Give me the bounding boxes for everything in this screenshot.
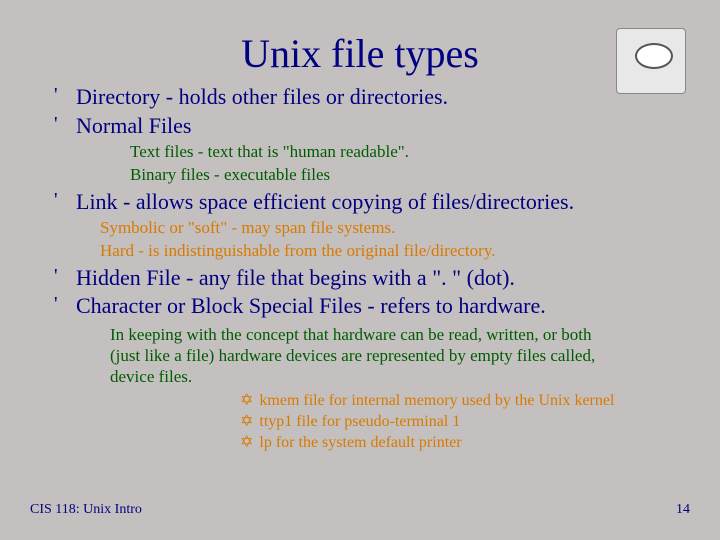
bullet-text: Hidden File - any file that begins with …: [76, 265, 515, 290]
sub-normal-text: Text files - text that is "human readabl…: [130, 141, 690, 162]
bullet-special-files: Character or Block Special Files - refer…: [54, 292, 690, 320]
bullet-normal-files: Normal Files: [54, 112, 690, 140]
bullet-text: Directory - holds other files or directo…: [76, 84, 448, 109]
sub-normal-binary: Binary files - executable files: [130, 164, 690, 185]
slide-title: Unix file types: [30, 30, 690, 77]
hardware-paragraph: In keeping with the concept that hardwar…: [110, 324, 620, 388]
sub-hw-lp: lp for the system default printer: [240, 433, 690, 453]
bullet-text: Character or Block Special Files - refer…: [76, 293, 546, 318]
sub-hw-ttyp1: ttyp1 file for pseudo-terminal 1: [240, 412, 690, 432]
footer-page-number: 14: [676, 502, 690, 518]
bullet-text: Link - allows space efficient copying of…: [76, 189, 574, 214]
sub-link-symbolic: Symbolic or "soft" - may span file syste…: [100, 217, 690, 238]
sub-link-hard: Hard - is indistinguishable from the ori…: [100, 240, 690, 261]
bullet-directory: Directory - holds other files or directo…: [54, 83, 690, 111]
sub-hw-kmem: kmem file for internal memory used by th…: [240, 391, 690, 411]
bullet-hidden-file: Hidden File - any file that begins with …: [54, 264, 690, 292]
bullet-text: Normal Files: [76, 113, 192, 138]
footer-left: CIS 118: Unix Intro: [30, 502, 142, 518]
bullet-link: Link - allows space efficient copying of…: [54, 188, 690, 216]
